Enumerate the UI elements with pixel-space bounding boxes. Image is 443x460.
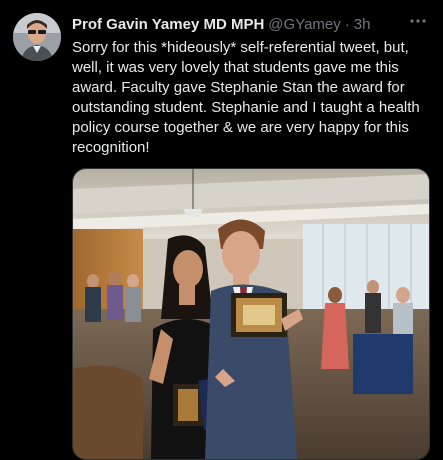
tweet[interactable]: Prof Gavin Yamey MD MPH @GYamey · 3h Sor…: [0, 0, 443, 460]
tweet-text: Sorry for this *hideously* self-referent…: [72, 39, 420, 156]
more-horizontal-icon: [410, 19, 426, 23]
tweet-photo[interactable]: [72, 168, 430, 460]
author-handle[interactable]: @GYamey: [268, 16, 340, 33]
avatar[interactable]: [13, 13, 61, 61]
photo-image: [73, 169, 429, 459]
timestamp[interactable]: 3h: [354, 16, 371, 33]
avatar-photo: [13, 13, 61, 61]
separator-dot: ·: [344, 15, 350, 33]
tweet-header: Prof Gavin Yamey MD MPH @GYamey · 3h: [72, 13, 433, 35]
author-name[interactable]: Prof Gavin Yamey MD MPH: [72, 16, 264, 33]
more-options-button[interactable]: [407, 10, 429, 32]
